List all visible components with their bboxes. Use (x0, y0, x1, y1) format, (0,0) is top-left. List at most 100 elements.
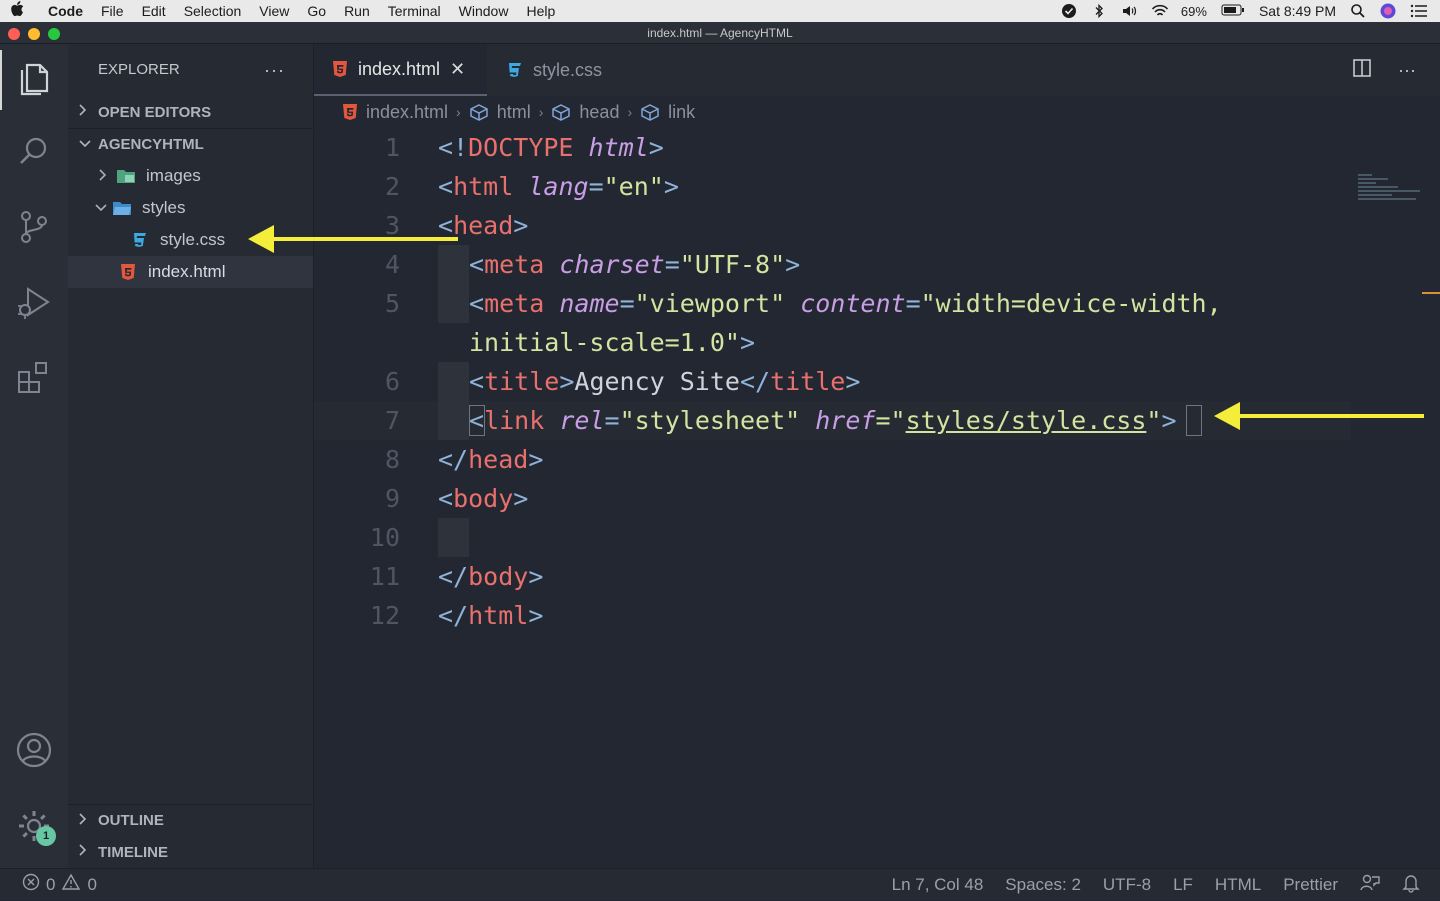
window-minimize-button[interactable] (28, 28, 40, 40)
menu-view[interactable]: View (250, 0, 298, 22)
token-tag: DOCTYPE (468, 133, 574, 162)
token-attr: name (559, 289, 620, 318)
menu-terminal[interactable]: Terminal (379, 0, 450, 22)
more-actions-icon[interactable]: ··· (264, 44, 285, 96)
token-punct: < (438, 484, 454, 513)
language-mode[interactable]: HTML (1215, 875, 1261, 895)
tab-index-html[interactable]: index.html ✕ (314, 44, 487, 96)
breadcrumb-html[interactable]: html (497, 102, 531, 123)
end-of-line[interactable]: LF (1173, 875, 1193, 895)
battery-icon[interactable] (1221, 3, 1245, 19)
search-activity[interactable] (0, 124, 68, 184)
window-zoom-button[interactable] (48, 28, 60, 40)
timeline-section[interactable]: TIMELINE (68, 836, 314, 868)
extensions-activity[interactable] (0, 349, 68, 409)
status-check-icon[interactable] (1061, 3, 1077, 19)
token-string: "width=device-width, (920, 289, 1222, 318)
code-line[interactable]: 5 <meta name="viewport" content="width=d… (314, 284, 1440, 323)
source-control-icon (17, 209, 51, 250)
split-editor-icon[interactable] (1352, 58, 1372, 83)
code-line[interactable]: 9 <body> (314, 479, 1440, 518)
code-line[interactable]: 2 <html lang="en"> (314, 167, 1440, 206)
images-folder-icon (116, 167, 136, 185)
chevron-right-icon (78, 812, 98, 830)
token-punct: > (785, 250, 801, 279)
notification-center-icon[interactable] (1410, 3, 1427, 19)
run-debug-activity[interactable] (0, 274, 68, 334)
open-editors-section[interactable]: OPEN EDITORS (68, 96, 313, 128)
menu-window[interactable]: Window (450, 0, 518, 22)
apple-icon[interactable] (0, 0, 34, 22)
tree-folder-images[interactable]: images (68, 160, 313, 192)
source-control-activity[interactable] (0, 199, 68, 259)
project-section[interactable]: AGENCYHTML (68, 128, 313, 160)
siri-icon[interactable] (1380, 3, 1396, 19)
cursor-position[interactable]: Ln 7, Col 48 (892, 875, 984, 895)
code-line[interactable]: 11 </body> (314, 557, 1440, 596)
code-line-current[interactable]: 7 <link rel="stylesheet" href="styles/st… (314, 401, 1351, 440)
accounts-activity[interactable] (0, 722, 68, 782)
menu-app-name[interactable]: Code (34, 0, 92, 22)
code-line[interactable]: 8 </head> (314, 440, 1440, 479)
tree-file-index-html[interactable]: index.html (68, 256, 313, 288)
token-link-path[interactable]: styles/style.css (906, 406, 1147, 435)
chevron-down-icon (78, 136, 98, 153)
code-line[interactable]: 12 </html> (314, 596, 1440, 635)
tree-folder-styles[interactable]: styles (68, 192, 313, 224)
token-punct: > (513, 484, 529, 513)
menu-edit[interactable]: Edit (133, 0, 175, 22)
indent-guide (438, 245, 469, 284)
bluetooth-icon[interactable] (1091, 3, 1107, 19)
code-line[interactable]: 1 <!DOCTYPE html> (314, 128, 1440, 167)
token-attr: href (815, 406, 876, 435)
token-string: =" (875, 406, 906, 435)
token-punct: > (663, 172, 679, 201)
close-icon[interactable]: ✕ (450, 59, 465, 80)
token-punct: < (469, 406, 485, 435)
token-tag: meta (484, 289, 545, 318)
token-string: "viewport" (634, 289, 786, 318)
more-actions-icon[interactable]: ··· (1398, 60, 1416, 81)
menu-help[interactable]: Help (517, 0, 564, 22)
tab-style-css[interactable]: style.css (487, 44, 620, 96)
code-line-wrapped[interactable]: initial-scale=1.0"> (314, 323, 1440, 362)
token-tag: title (770, 367, 846, 396)
token-string: "stylesheet" (619, 406, 801, 435)
run-debug-icon (16, 284, 52, 325)
breadcrumb-link[interactable]: link (668, 102, 695, 123)
token-punct: </ (739, 367, 771, 396)
window-titlebar: index.html — AgencyHTML (0, 22, 1440, 44)
code-editor[interactable]: 1 <!DOCTYPE html> 2 <html lang="en"> 3 <… (314, 128, 1440, 635)
explorer-activity[interactable] (0, 50, 68, 110)
wifi-icon[interactable] (1151, 3, 1169, 19)
indentation[interactable]: Spaces: 2 (1005, 875, 1081, 895)
menu-go[interactable]: Go (298, 0, 335, 22)
menu-file[interactable]: File (92, 0, 133, 22)
annotation-arrow-code-head (1214, 402, 1240, 430)
styles-folder-icon (112, 199, 132, 217)
code-line[interactable]: 10 (314, 518, 1440, 557)
feedback-icon[interactable] (1360, 873, 1380, 898)
code-line[interactable]: 6 <title>Agency Site</title> (314, 362, 1440, 401)
menubar-clock[interactable]: Sat 8:49 PM (1259, 3, 1336, 19)
notifications-bell-icon[interactable] (1402, 873, 1420, 898)
token-punct: = (619, 289, 635, 318)
spotlight-search-icon[interactable] (1350, 3, 1366, 19)
window-close-button[interactable] (8, 28, 20, 40)
token-punct: = (604, 406, 620, 435)
manage-activity[interactable]: 1 (0, 798, 68, 858)
outline-section[interactable]: OUTLINE (68, 804, 314, 836)
breadcrumb-file[interactable]: index.html (366, 102, 448, 123)
menu-selection[interactable]: Selection (175, 0, 251, 22)
account-icon (15, 731, 53, 774)
breadcrumb-head[interactable]: head (579, 102, 619, 123)
token-punct: </ (438, 601, 469, 630)
problems-indicator[interactable]: 0 0 (0, 873, 97, 896)
files-icon (18, 59, 52, 102)
formatter[interactable]: Prettier (1283, 875, 1338, 895)
menu-run[interactable]: Run (335, 0, 379, 22)
code-line[interactable]: 3 <head> (314, 206, 1440, 245)
code-line[interactable]: 4 <meta charset="UTF-8"> (314, 245, 1440, 284)
encoding[interactable]: UTF-8 (1103, 875, 1151, 895)
volume-icon[interactable] (1121, 3, 1137, 19)
